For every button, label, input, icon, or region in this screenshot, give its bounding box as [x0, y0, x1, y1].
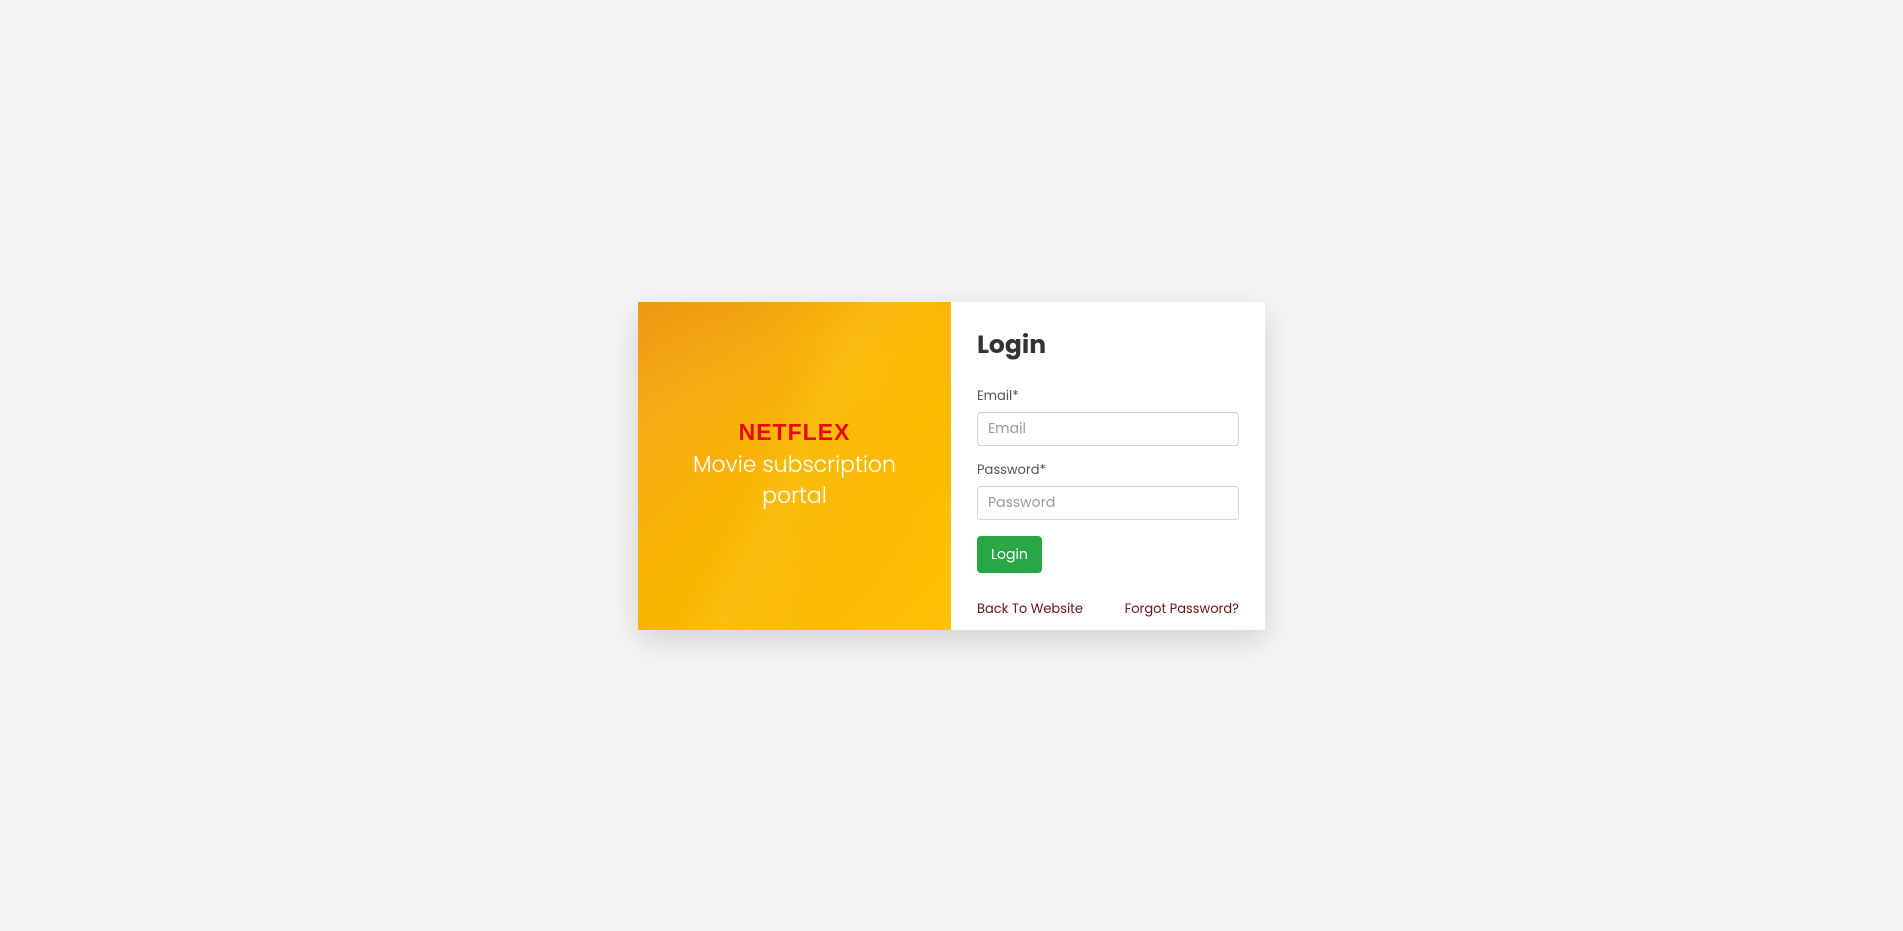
- brand-logo: NETFLEX: [739, 419, 851, 446]
- forgot-password-link[interactable]: Forgot Password?: [1125, 599, 1239, 619]
- brand-panel: NETFLEX Movie subscription portal: [638, 302, 951, 630]
- login-form-panel: Login Email* Password* Login Back To Web…: [951, 302, 1265, 630]
- email-label: Email*: [977, 386, 1239, 406]
- back-to-website-link[interactable]: Back To Website: [977, 599, 1083, 619]
- password-group: Password*: [977, 460, 1239, 520]
- email-group: Email*: [977, 386, 1239, 446]
- page-title: Login: [977, 326, 1239, 364]
- login-card: NETFLEX Movie subscription portal Login …: [638, 302, 1265, 630]
- password-label: Password*: [977, 460, 1239, 480]
- brand-tagline: Movie subscription portal: [638, 450, 951, 512]
- email-field[interactable]: [977, 412, 1239, 446]
- password-field[interactable]: [977, 486, 1239, 520]
- link-row: Back To Website Forgot Password?: [977, 599, 1239, 619]
- login-button[interactable]: Login: [977, 536, 1042, 573]
